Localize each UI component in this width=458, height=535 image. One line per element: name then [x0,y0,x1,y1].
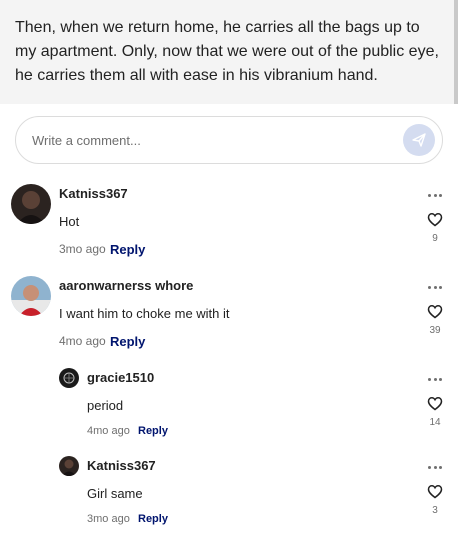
story-excerpt-text: Then, when we return home, he carries al… [15,19,439,84]
reply-button[interactable]: Reply [110,242,145,257]
comment-username[interactable]: Katniss367 [87,458,156,473]
reply-button[interactable]: Reply [138,425,168,437]
comment-timestamp: 3mo ago [59,242,106,256]
avatar[interactable] [11,276,51,316]
comment-username[interactable]: Katniss367 [59,186,128,201]
like-button[interactable]: 39 [423,304,447,340]
more-options-button[interactable] [425,459,445,475]
avatar-image [59,368,79,388]
story-excerpt: Then, when we return home, he carries al… [0,0,458,104]
comment-text: Hot [59,214,80,229]
more-options-button[interactable] [425,187,445,203]
comment-text: Girl same [87,486,143,501]
more-options-button[interactable] [425,371,445,387]
scrollbar-thumb[interactable] [454,0,458,104]
like-count: 3 [432,505,438,516]
like-count: 14 [429,417,441,428]
avatar[interactable] [59,456,79,476]
send-icon [412,133,426,147]
comment-timestamp: 4mo ago [59,334,106,348]
send-button[interactable] [403,124,435,156]
avatar-image [11,276,51,316]
like-count: 9 [432,233,438,244]
more-options-icon [428,465,432,469]
heart-icon [427,397,443,411]
comment-text: I want him to choke me with it [59,306,230,321]
more-options-icon [428,285,432,289]
more-options-icon [428,377,432,381]
like-button[interactable]: 9 [423,212,447,248]
like-button[interactable]: 14 [423,396,447,432]
avatar-image [59,456,79,476]
like-count: 39 [429,325,441,336]
heart-icon [427,485,443,499]
comment-input[interactable] [32,117,392,163]
comment-text: period [87,398,124,413]
avatar-image [11,184,51,224]
more-options-button[interactable] [425,279,445,295]
heart-icon [427,305,443,319]
heart-icon [427,213,443,227]
more-options-icon [428,193,432,197]
comment-timestamp: 3mo ago [87,513,130,525]
comment-username[interactable]: gracie1510 [87,370,154,385]
avatar[interactable] [59,368,79,388]
comment-box [15,116,443,164]
reply-button[interactable]: Reply [110,334,145,349]
comment-timestamp: 4mo ago [87,425,130,437]
avatar[interactable] [11,184,51,224]
reply-button[interactable]: Reply [138,513,168,525]
comment-username[interactable]: aaronwarnerss whore [59,278,193,293]
like-button[interactable]: 3 [423,484,447,520]
